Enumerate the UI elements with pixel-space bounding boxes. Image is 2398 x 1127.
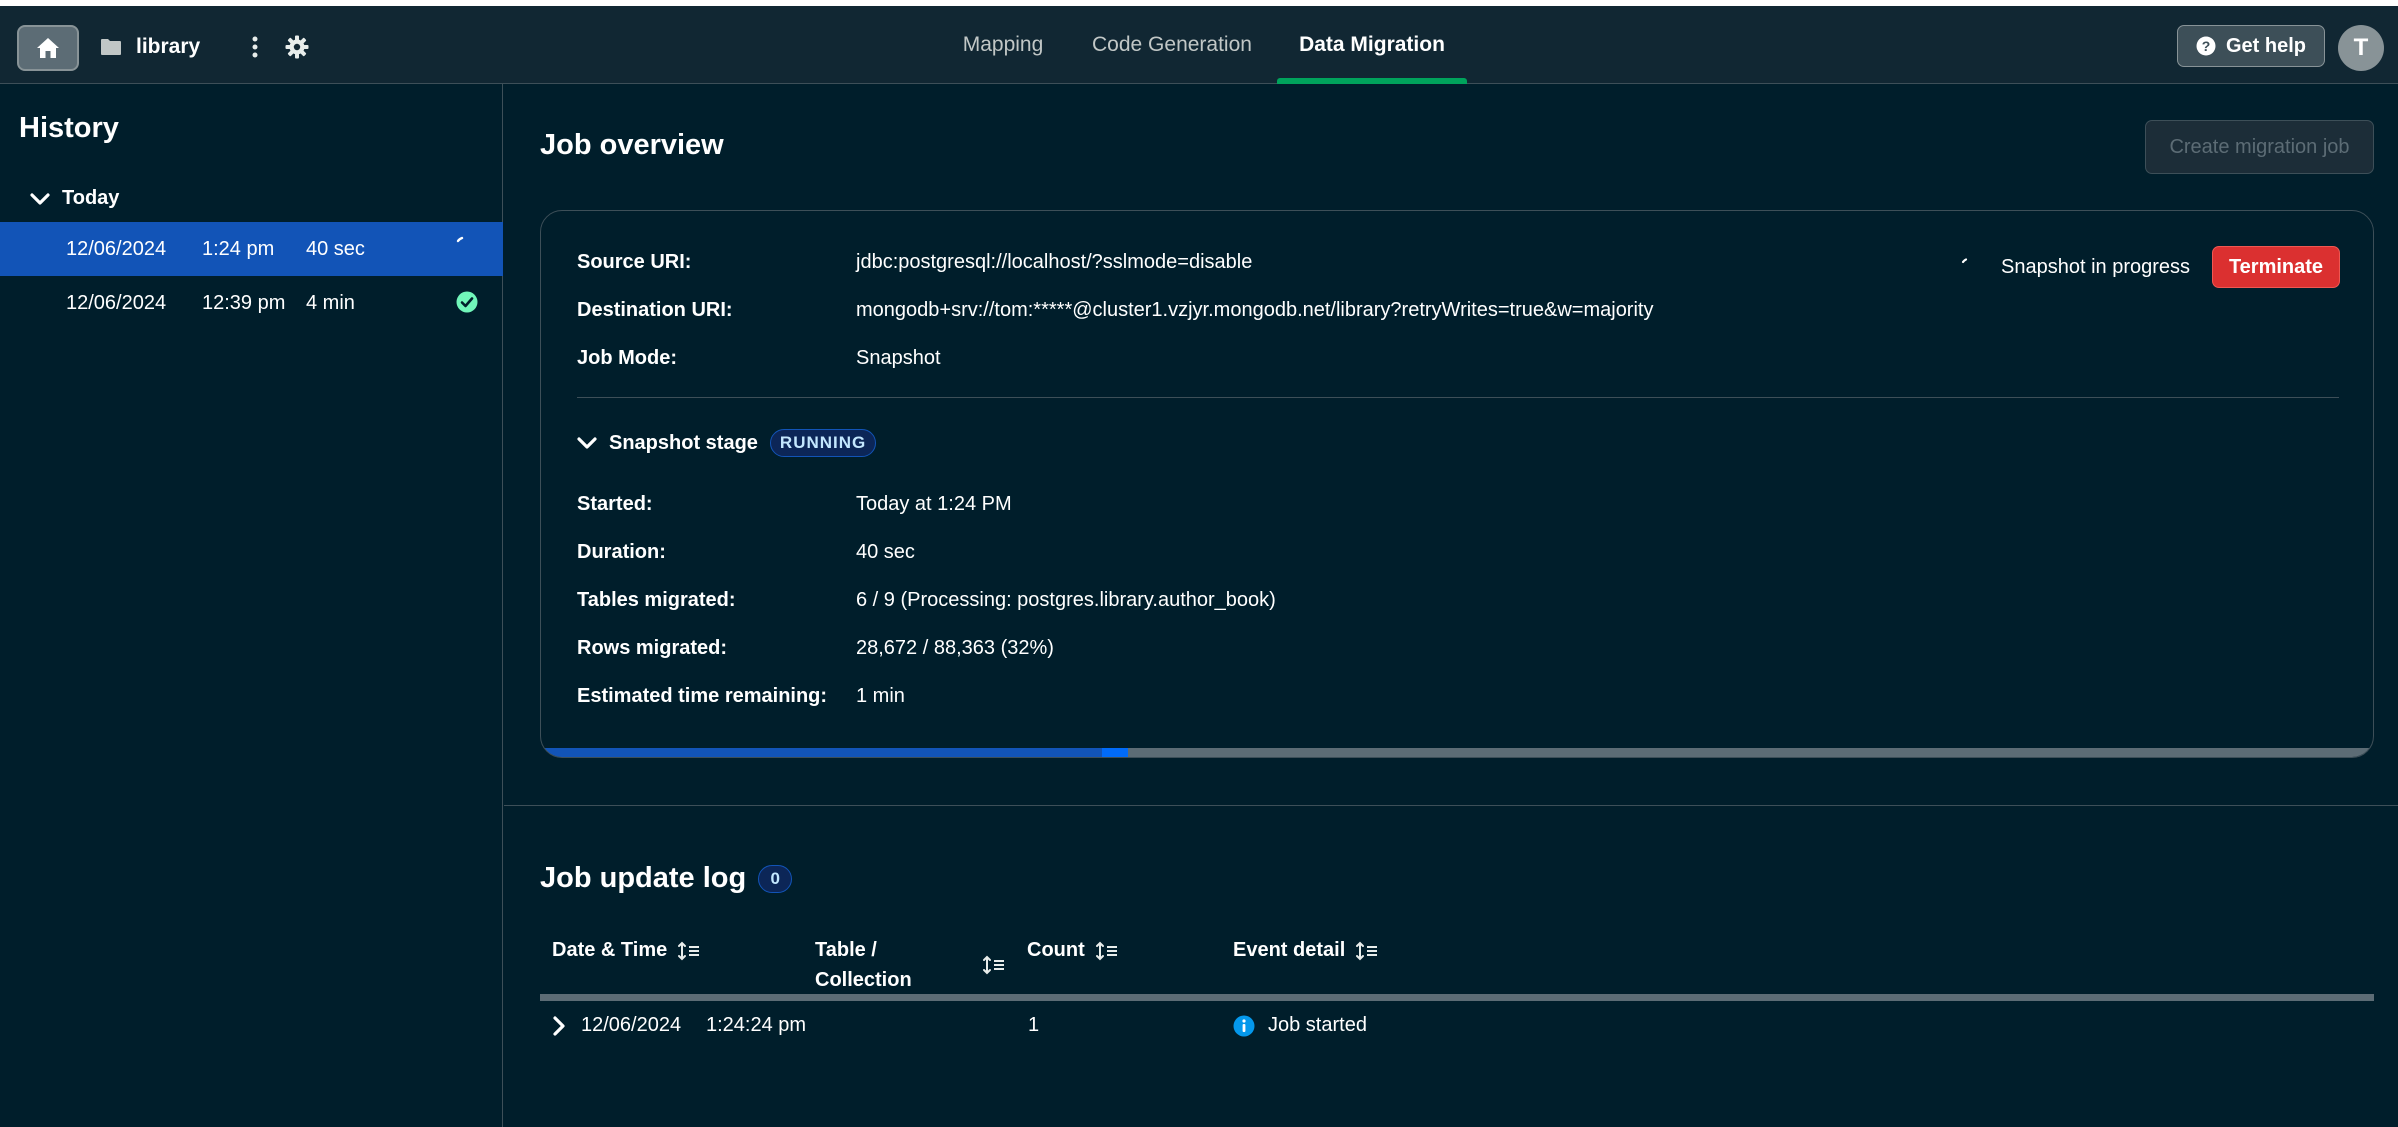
progress-fill <box>541 748 1128 757</box>
get-help-label: Get help <box>2225 34 2306 57</box>
history-row-date: 12/06/2024 <box>66 291 167 314</box>
chevron-down-icon <box>577 437 597 449</box>
user-avatar[interactable]: T <box>2338 25 2384 71</box>
tab-mapping-label: Mapping <box>962 33 1044 56</box>
history-group-today[interactable]: Today <box>30 187 119 210</box>
job-update-log-title: Job update log <box>540 862 747 894</box>
snapshot-stage-title: Snapshot stage <box>609 431 758 454</box>
gear-icon <box>285 35 309 59</box>
destination-uri-value: mongodb+srv://tom:*****@cluster1.vzjyr.m… <box>856 299 1654 321</box>
job-update-log-header: Job update log 0 <box>540 862 793 895</box>
job-overview-card: Source URI: jdbc:postgresql://localhost/… <box>540 210 2374 758</box>
create-migration-job-button[interactable]: Create migration job <box>2145 120 2374 174</box>
sort-icon[interactable] <box>677 941 701 961</box>
terminate-button[interactable]: Terminate <box>2212 246 2341 288</box>
project-menu-button[interactable] <box>242 32 268 62</box>
column-header-count-label: Count <box>1027 939 1085 961</box>
check-circle-icon <box>456 291 478 313</box>
job-mode-value: Snapshot <box>856 347 941 369</box>
info-icon <box>1233 1015 1255 1037</box>
history-row[interactable]: 12/06/2024 12:39 pm 4 min <box>0 276 503 330</box>
get-help-button[interactable]: ? Get help <box>2177 25 2325 67</box>
svg-text:?: ? <box>2202 38 2211 54</box>
started-value: Today at 1:24 PM <box>856 493 1012 515</box>
log-row-time: 1:24:24 pm <box>706 1014 807 1036</box>
job-mode-label: Job Mode: <box>577 347 677 369</box>
folder-icon <box>101 39 121 55</box>
history-row-time: 1:24 pm <box>202 237 275 260</box>
chevron-right-icon[interactable] <box>552 1016 566 1036</box>
duration-label: Duration: <box>577 541 666 563</box>
history-title: History <box>19 112 119 144</box>
progress-tip <box>1102 748 1128 757</box>
destination-uri-label: Destination URI: <box>577 299 733 321</box>
question-circle-icon: ? <box>2196 36 2216 56</box>
running-badge: RUNNING <box>769 429 877 457</box>
tab-data-migration-label: Data Migration <box>1299 33 1445 56</box>
rows-migrated-value: 28,672 / 88,363 (32%) <box>856 637 1054 659</box>
history-group-label: Today <box>62 187 120 209</box>
rows-migrated-label: Rows migrated: <box>577 637 728 659</box>
column-header-datetime-label: Date & Time <box>552 939 668 961</box>
log-count-badge: 0 <box>758 864 793 893</box>
tab-mapping[interactable]: Mapping <box>944 6 1062 84</box>
history-row-duration: 4 min <box>306 291 355 314</box>
card-divider <box>577 397 2339 398</box>
column-header-count[interactable]: Count <box>1027 935 1119 965</box>
column-header-event-detail[interactable]: Event detail <box>1233 935 1379 965</box>
active-tab-indicator <box>1277 78 1467 84</box>
tables-migrated-label: Tables migrated: <box>577 589 736 611</box>
sort-icon[interactable] <box>1355 941 1379 961</box>
column-header-datetime[interactable]: Date & Time <box>552 935 701 965</box>
more-vertical-icon <box>252 36 258 58</box>
job-status: Snapshot in progress Terminate <box>1961 246 2341 288</box>
sort-icon[interactable] <box>982 955 1006 975</box>
eta-label: Estimated time remaining: <box>577 685 828 707</box>
started-label: Started: <box>577 493 653 515</box>
log-row-date: 12/06/2024 <box>581 1014 682 1036</box>
section-divider <box>504 805 2398 806</box>
column-header-table-line1: Table / <box>815 939 877 961</box>
source-uri-label: Source URI: <box>577 251 692 273</box>
duration-value: 40 sec <box>856 541 915 563</box>
tab-data-migration[interactable]: Data Migration <box>1277 6 1467 84</box>
source-uri-value: jdbc:postgresql://localhost/?sslmode=dis… <box>856 251 1253 273</box>
project-breadcrumb[interactable]: library <box>100 32 200 62</box>
job-overview-title: Job overview <box>540 129 724 161</box>
project-name: library <box>136 35 201 58</box>
spinner-icon <box>1961 258 1968 264</box>
history-row-date: 12/06/2024 <box>66 237 167 260</box>
tab-code-generation[interactable]: Code Generation <box>1082 6 1262 84</box>
tables-migrated-value: 6 / 9 (Processing: postgres.library.auth… <box>856 589 1276 611</box>
history-row-duration: 40 sec <box>306 237 365 260</box>
snapshot-stage-toggle[interactable]: Snapshot stage RUNNING <box>577 429 877 457</box>
settings-button[interactable] <box>282 32 312 62</box>
eta-value: 1 min <box>856 685 905 707</box>
chevron-down-icon <box>30 192 50 205</box>
home-icon <box>37 38 59 58</box>
job-status-text: Snapshot in progress <box>2001 255 2191 278</box>
column-header-table-line2: Collection <box>815 969 912 991</box>
history-row[interactable]: 12/06/2024 1:24 pm 40 sec <box>0 222 503 276</box>
sort-icon[interactable] <box>1095 941 1119 961</box>
log-row-count: 1 <box>1028 1014 1040 1036</box>
spinner-icon <box>456 236 464 243</box>
column-header-table[interactable]: Table / Collection <box>815 935 912 995</box>
log-row-detail: Job started <box>1268 1014 1367 1036</box>
table-header-divider <box>540 994 2374 1001</box>
history-sidebar: History Today 12/06/2024 1:24 pm 40 sec … <box>0 84 503 1127</box>
column-header-event-detail-label: Event detail <box>1233 939 1346 961</box>
home-button[interactable] <box>17 25 79 71</box>
snapshot-progress-bar <box>541 748 2373 757</box>
history-row-time: 12:39 pm <box>202 291 286 314</box>
tab-code-generation-label: Code Generation <box>1092 33 1252 56</box>
